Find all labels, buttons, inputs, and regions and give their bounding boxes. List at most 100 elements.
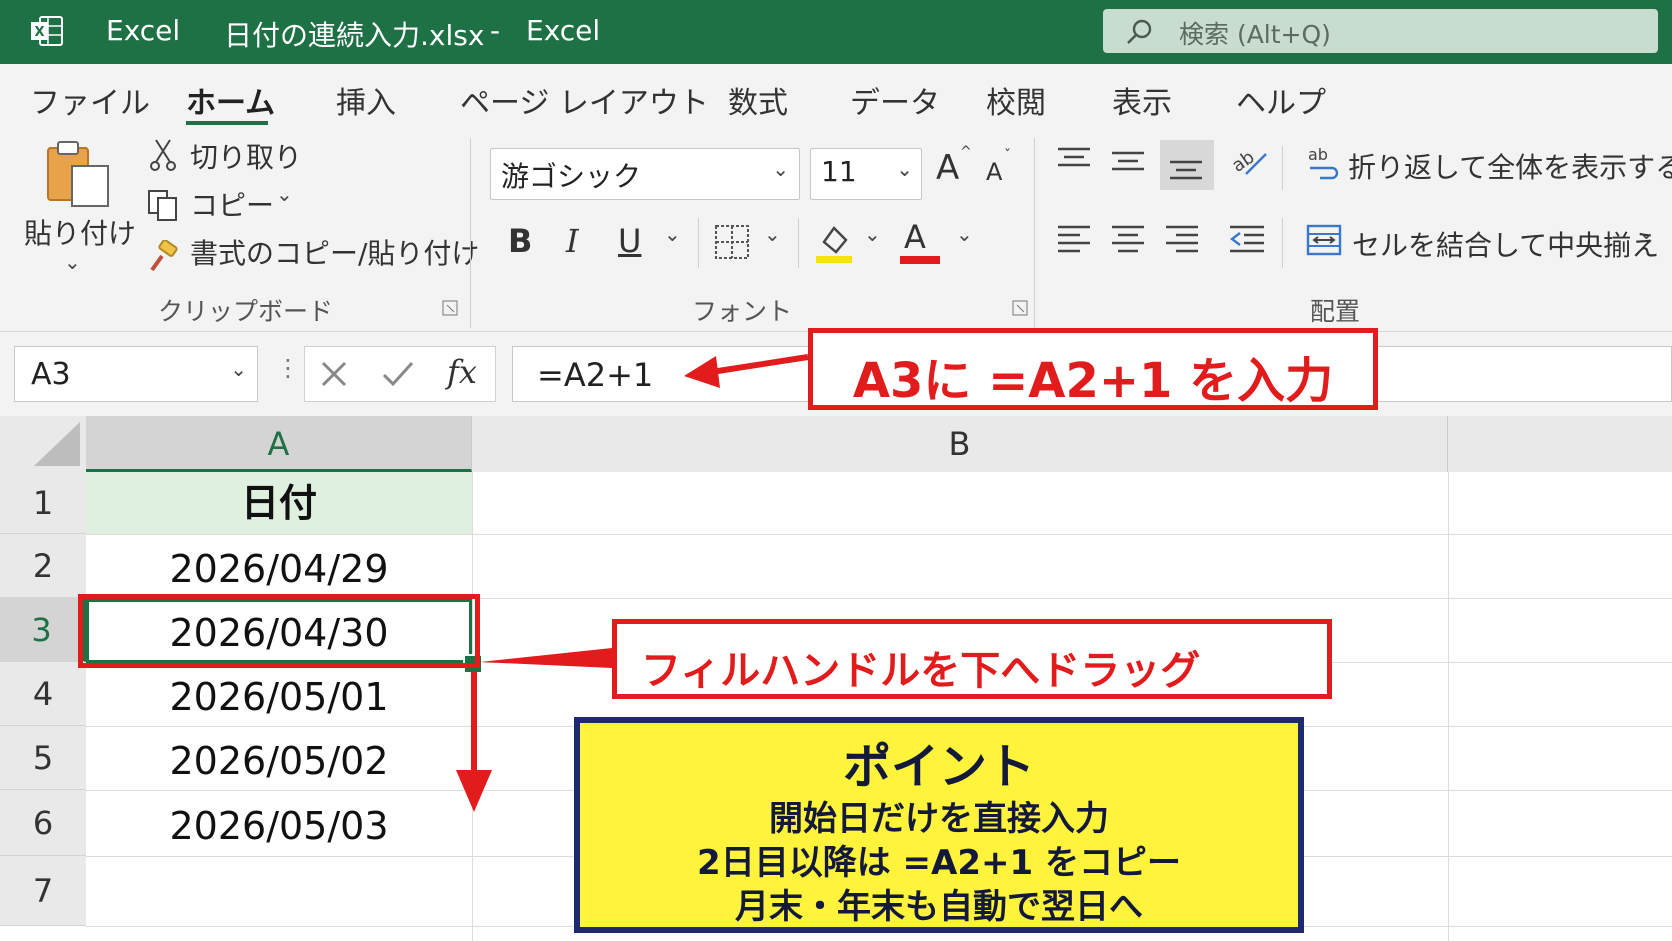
decrease-indent-icon[interactable] — [1228, 222, 1266, 258]
column-header-b[interactable]: B — [472, 416, 1448, 472]
font-color-button[interactable]: A — [904, 218, 926, 256]
fill-color-icon[interactable] — [814, 220, 854, 264]
underline-button[interactable]: U — [618, 222, 641, 260]
wrap-text-icon[interactable]: ab — [1306, 144, 1340, 180]
cell-a7[interactable] — [86, 856, 472, 926]
shrink-font-caret-icon: ˇ — [1004, 148, 1011, 164]
tab-formulas[interactable]: 数式 — [728, 78, 788, 122]
align-right-icon[interactable] — [1164, 222, 1200, 258]
row-header-3[interactable]: 3 — [0, 598, 86, 662]
copy-icon[interactable] — [146, 188, 180, 222]
merge-center-button[interactable]: セルを結合して中央揃え — [1352, 224, 1659, 264]
tab-file[interactable]: ファイル — [30, 78, 150, 122]
window-file-name: 日付の連続入力.xlsx — [224, 19, 485, 52]
wrap-text-button[interactable]: 折り返して全体を表示する — [1348, 146, 1672, 186]
paste-icon[interactable] — [42, 138, 114, 210]
formula-bar-grip-icon[interactable]: ⋮ — [276, 354, 300, 382]
paste-button[interactable]: 貼り付け — [24, 212, 136, 252]
window-app-name-right: Excel — [526, 14, 601, 47]
tab-insert[interactable]: 挿入 — [336, 78, 396, 122]
formula-value: =A2+1 — [537, 356, 654, 394]
tab-review[interactable]: 校閲 — [986, 78, 1046, 122]
fill-color-dropdown-icon[interactable]: ⌄ — [864, 222, 881, 246]
svg-text:X: X — [34, 25, 44, 40]
grow-font-button[interactable]: A — [936, 148, 959, 188]
cell-a1[interactable]: 日付 — [86, 472, 472, 534]
point-title: ポイント — [842, 739, 1035, 795]
font-name-dropdown[interactable]: 游ゴシック ⌄ — [490, 148, 800, 200]
enter-check-icon[interactable] — [381, 359, 415, 389]
highlighted-cell-box — [78, 594, 480, 668]
name-box-value: A3 — [31, 357, 71, 392]
alignment-group-label: 配置 — [1310, 297, 1361, 326]
format-painter-button[interactable]: 書式のコピー/貼り付け — [190, 232, 479, 272]
ribbon-separator — [798, 218, 799, 268]
ribbon: ファイル ホーム 挿入 ページ レイアウト 数式 データ 校閲 表示 ヘルプ 貼… — [0, 64, 1672, 332]
bottom-align-icon[interactable] — [1168, 150, 1204, 182]
cancel-icon[interactable] — [319, 359, 349, 389]
row-header-4[interactable]: 4 — [0, 662, 86, 726]
point-line-3: 月末・年末も自動で翌日へ — [735, 887, 1143, 927]
font-size-value: 11 — [821, 155, 857, 188]
column-header-a[interactable]: A — [86, 416, 472, 472]
align-center-icon[interactable] — [1110, 222, 1146, 258]
fill-callout: フィルハンドルを下へドラッグ — [612, 619, 1332, 699]
underline-dropdown-icon[interactable]: ⌄ — [664, 222, 681, 246]
top-align-icon[interactable] — [1056, 146, 1092, 178]
clipboard-group-label: クリップボード — [158, 297, 334, 326]
ribbon-separator — [470, 138, 471, 328]
merge-center-icon[interactable] — [1306, 222, 1342, 258]
title-bar: X Excel 日付の連続入力.xlsx - Excel 検索 (Alt+Q) — [0, 0, 1672, 64]
point-line-2: 2日目以降は =A2+1 をコピー — [697, 843, 1181, 883]
font-group-label: フォント — [692, 297, 793, 326]
row-header-2[interactable]: 2 — [0, 534, 86, 598]
row-header-6[interactable]: 6 — [0, 790, 86, 856]
font-color-dropdown-icon[interactable]: ⌄ — [956, 222, 973, 246]
paste-dropdown-icon[interactable]: ⌄ — [64, 250, 81, 274]
ribbon-separator — [1282, 146, 1283, 190]
search-box[interactable]: 検索 (Alt+Q) — [1103, 9, 1658, 53]
copy-dropdown-icon[interactable]: ⌄ — [276, 182, 293, 206]
active-tab-indicator — [186, 121, 268, 125]
cell-a4[interactable]: 2026/05/01 — [86, 662, 472, 726]
tab-page-layout[interactable]: ページ レイアウト — [460, 78, 709, 122]
name-box[interactable]: A3 ⌄ — [14, 346, 258, 402]
font-launcher-icon[interactable] — [1012, 300, 1028, 316]
search-placeholder: 検索 (Alt+Q) — [1179, 20, 1331, 49]
cut-icon[interactable] — [148, 138, 178, 172]
excel-logo-icon: X — [30, 14, 64, 48]
format-painter-icon[interactable] — [146, 240, 180, 274]
clipboard-launcher-icon[interactable] — [442, 300, 458, 316]
shrink-font-button[interactable]: A — [986, 158, 1002, 186]
borders-dropdown-icon[interactable]: ⌄ — [764, 222, 781, 246]
row-header-5[interactable]: 5 — [0, 726, 86, 790]
tab-data[interactable]: データ — [850, 78, 940, 122]
select-all-corner[interactable] — [0, 416, 86, 472]
orientation-icon[interactable]: ab — [1228, 144, 1268, 180]
chevron-down-icon[interactable]: ⌄ — [230, 357, 247, 381]
bold-button[interactable]: B — [508, 222, 532, 260]
row-header-7[interactable]: 7 — [0, 856, 86, 926]
font-color-swatch — [900, 256, 940, 264]
cell-a2[interactable]: 2026/04/29 — [86, 534, 472, 598]
column-header-c[interactable] — [1448, 416, 1672, 472]
merge-dropdown-icon[interactable]: ⌄ — [1638, 220, 1655, 244]
font-size-dropdown[interactable]: 11 ⌄ — [810, 148, 922, 200]
cell-a5[interactable]: 2026/05/02 — [86, 726, 472, 790]
gridline — [472, 472, 473, 941]
middle-align-icon[interactable] — [1110, 146, 1146, 178]
window-title-separator: - — [490, 14, 501, 47]
insert-function-button[interactable]: fx — [447, 353, 477, 391]
copy-button[interactable]: コピー — [190, 184, 274, 224]
tab-home[interactable]: ホーム — [186, 78, 275, 122]
tab-view[interactable]: 表示 — [1112, 78, 1172, 122]
cell-a6[interactable]: 2026/05/03 — [86, 790, 472, 856]
fill-callout-text: フィルハンドルを下へドラッグ — [641, 648, 1201, 694]
italic-button[interactable]: I — [566, 222, 579, 260]
tab-help[interactable]: ヘルプ — [1236, 78, 1326, 122]
row-header-1[interactable]: 1 — [0, 472, 86, 534]
chevron-down-icon: ⌄ — [772, 157, 789, 181]
cut-button[interactable]: 切り取り — [190, 136, 302, 176]
align-left-icon[interactable] — [1056, 222, 1092, 258]
borders-icon[interactable] — [714, 224, 750, 260]
